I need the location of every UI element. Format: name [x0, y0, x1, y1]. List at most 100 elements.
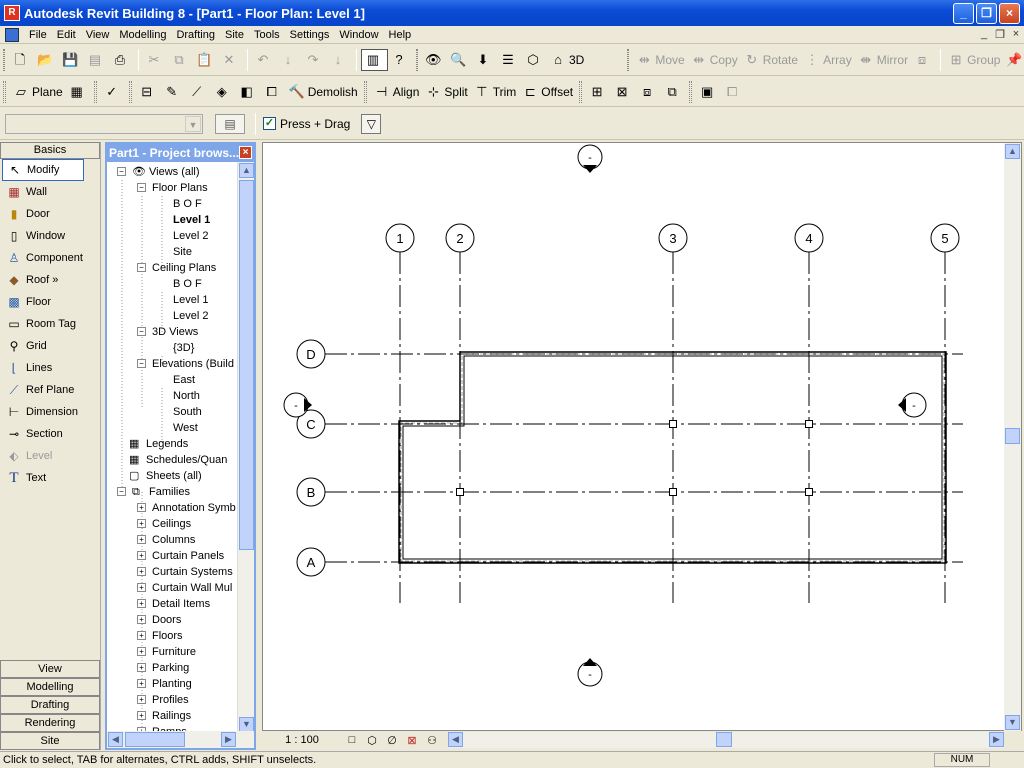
expand-icon[interactable]: + — [137, 503, 146, 512]
menu-modelling[interactable]: Modelling — [115, 29, 172, 41]
tab-basics[interactable]: Basics — [0, 142, 100, 159]
tree-item[interactable]: ▢ Sheets (all) — [129, 468, 202, 484]
tree-item[interactable]: + Curtain Systems — [137, 564, 233, 580]
dynamic-view-button[interactable]: ⬇ — [472, 49, 497, 71]
press-drag-option[interactable]: ✓ Press + Drag — [260, 113, 353, 135]
move-button[interactable]: ⇹ Move — [633, 49, 687, 71]
cut-button[interactable]: ✂ — [143, 49, 168, 71]
close-button[interactable]: × — [999, 2, 1020, 24]
toolbar-grip[interactable] — [363, 80, 367, 103]
save-button[interactable]: 💾 — [59, 49, 84, 71]
expand-icon[interactable]: + — [137, 711, 146, 720]
tree-item[interactable]: + Columns — [137, 532, 195, 548]
cut-geometry-button[interactable]: ◧ — [236, 81, 261, 103]
tree-item[interactable]: + Ceilings — [137, 516, 191, 532]
view-range-button[interactable]: ⧈ — [636, 81, 661, 103]
toolbar-grip[interactable] — [689, 80, 693, 103]
floor-plan-drawing[interactable]: 1 2 3 4 5 D C B A - - - - — [263, 143, 1005, 731]
resize-button[interactable]: ⧈ — [911, 49, 936, 71]
expand-icon[interactable]: + — [137, 631, 146, 640]
hide-isolate-icon[interactable]: ⚇ — [422, 734, 442, 747]
menu-edit[interactable]: Edit — [53, 29, 82, 41]
eyedropper-button[interactable]: ✎ — [161, 81, 186, 103]
menu-window[interactable]: Window — [335, 29, 384, 41]
tool-component[interactable]: ♙ Component — [0, 247, 100, 269]
tree-item[interactable]: Level 2 — [173, 308, 208, 324]
tree-item[interactable]: South — [173, 404, 202, 420]
expand-icon[interactable]: + — [137, 535, 146, 544]
tree-item[interactable]: North — [173, 388, 200, 404]
toolbar-grip[interactable] — [3, 48, 5, 71]
toolbar-grip[interactable] — [3, 80, 6, 103]
save-to-central-button[interactable]: ▤ — [84, 49, 109, 71]
copy-monitor-button[interactable]: ⊞ — [586, 81, 611, 103]
thin-lines-button[interactable]: ☰ — [497, 49, 522, 71]
scroll-right-icon[interactable]: ▶ — [221, 732, 236, 747]
tool-dimension[interactable]: ⊢ Dimension — [0, 401, 100, 423]
minimize-button[interactable]: _ — [953, 2, 974, 24]
tab-site[interactable]: Site — [0, 732, 100, 750]
tool-door[interactable]: ▮ Door — [0, 203, 100, 225]
add-to-set-button[interactable]: ⧠ — [721, 81, 746, 103]
sun-path-icon[interactable]: ∅ — [382, 734, 402, 747]
tool-ref-plane[interactable]: ⟋ Ref Plane — [0, 379, 100, 401]
tree-item[interactable]: B O F — [173, 276, 202, 292]
default-3d-view-button[interactable]: ⌂ 3D — [547, 49, 587, 71]
expand-icon[interactable]: + — [137, 647, 146, 656]
browser-vertical-scrollbar[interactable]: ▲ ▼ — [237, 162, 254, 734]
press-drag-checkbox[interactable]: ✓ — [263, 117, 276, 130]
maximize-button[interactable]: ❐ — [976, 2, 997, 24]
tree-item[interactable]: + Detail Items — [137, 596, 210, 612]
menu-drafting[interactable]: Drafting — [172, 29, 221, 41]
open-file-button[interactable]: 📂 — [34, 49, 59, 71]
show-work-plane-button[interactable]: ▦ — [66, 81, 91, 103]
toolbar-grip[interactable] — [93, 80, 97, 103]
tool-room-tag[interactable]: ▭ Room Tag — [0, 313, 100, 335]
scroll-down-icon[interactable]: ▼ — [1005, 715, 1020, 730]
spell-check-button[interactable]: ✓ — [101, 81, 126, 103]
zoom-button[interactable]: 🔍 — [447, 49, 472, 71]
whats-this-button[interactable]: ? — [388, 49, 413, 71]
expand-icon[interactable]: + — [137, 679, 146, 688]
doc-minimize-button[interactable]: _ — [976, 28, 992, 41]
document-icon[interactable] — [5, 27, 19, 42]
collapse-icon[interactable]: − — [137, 359, 146, 368]
collapse-icon[interactable]: − — [117, 167, 126, 176]
trim-button[interactable]: ⊤ Trim — [471, 81, 520, 103]
structural-column[interactable] — [805, 420, 813, 428]
menu-file[interactable]: File — [25, 29, 53, 41]
paint-button[interactable]: ◈ — [211, 81, 236, 103]
toolbar-grip[interactable] — [416, 48, 418, 71]
tree-item[interactable]: + Parking — [137, 660, 189, 676]
type-selector[interactable]: ▼ — [5, 113, 203, 134]
menu-settings[interactable]: Settings — [286, 29, 336, 41]
filter-button[interactable]: ▽ — [361, 113, 382, 134]
design-options-button[interactable]: ▣ — [696, 81, 721, 103]
canvas-vertical-scrollbar[interactable]: ▲ ▼ — [1004, 143, 1021, 731]
tool-floor[interactable]: ▩ Floor — [0, 291, 100, 313]
tree-item[interactable]: − ⧉ Families — [117, 484, 190, 500]
group-button[interactable]: ⊞ Group — [945, 49, 1003, 71]
split-face-button[interactable]: ⧠ — [261, 81, 286, 103]
paste-button[interactable]: 📋 — [193, 49, 218, 71]
work-plane-button[interactable]: ▱ Plane — [10, 81, 66, 103]
tree-item[interactable]: + Planting — [137, 676, 192, 692]
expand-icon[interactable]: + — [137, 551, 146, 560]
tree-item[interactable]: + Profiles — [137, 692, 189, 708]
tool-roof[interactable]: ◆ Roof » — [0, 269, 100, 291]
toolbar-grip[interactable] — [579, 80, 583, 103]
tool-level[interactable]: ⬖ Level — [0, 445, 100, 467]
tree-item[interactable]: + Floors — [137, 628, 183, 644]
tree-item[interactable]: Level 1 — [173, 212, 210, 228]
undo-dropdown-button[interactable]: ↓ — [277, 49, 302, 71]
tool-modify[interactable]: ↖ Modify — [2, 159, 84, 181]
structural-column[interactable] — [669, 488, 677, 496]
project-browser-toggle[interactable]: ▥ — [361, 48, 388, 71]
tree-item[interactable]: −3D Views — [137, 324, 198, 340]
tool-window[interactable]: ▯ Window — [0, 225, 100, 247]
collapse-icon[interactable]: − — [137, 263, 146, 272]
array-button[interactable]: ⋮ Array — [801, 49, 855, 71]
new-file-button[interactable]: 🗋 — [9, 49, 34, 71]
structural-column[interactable] — [456, 488, 464, 496]
doc-close-button[interactable]: × — [1008, 28, 1024, 41]
